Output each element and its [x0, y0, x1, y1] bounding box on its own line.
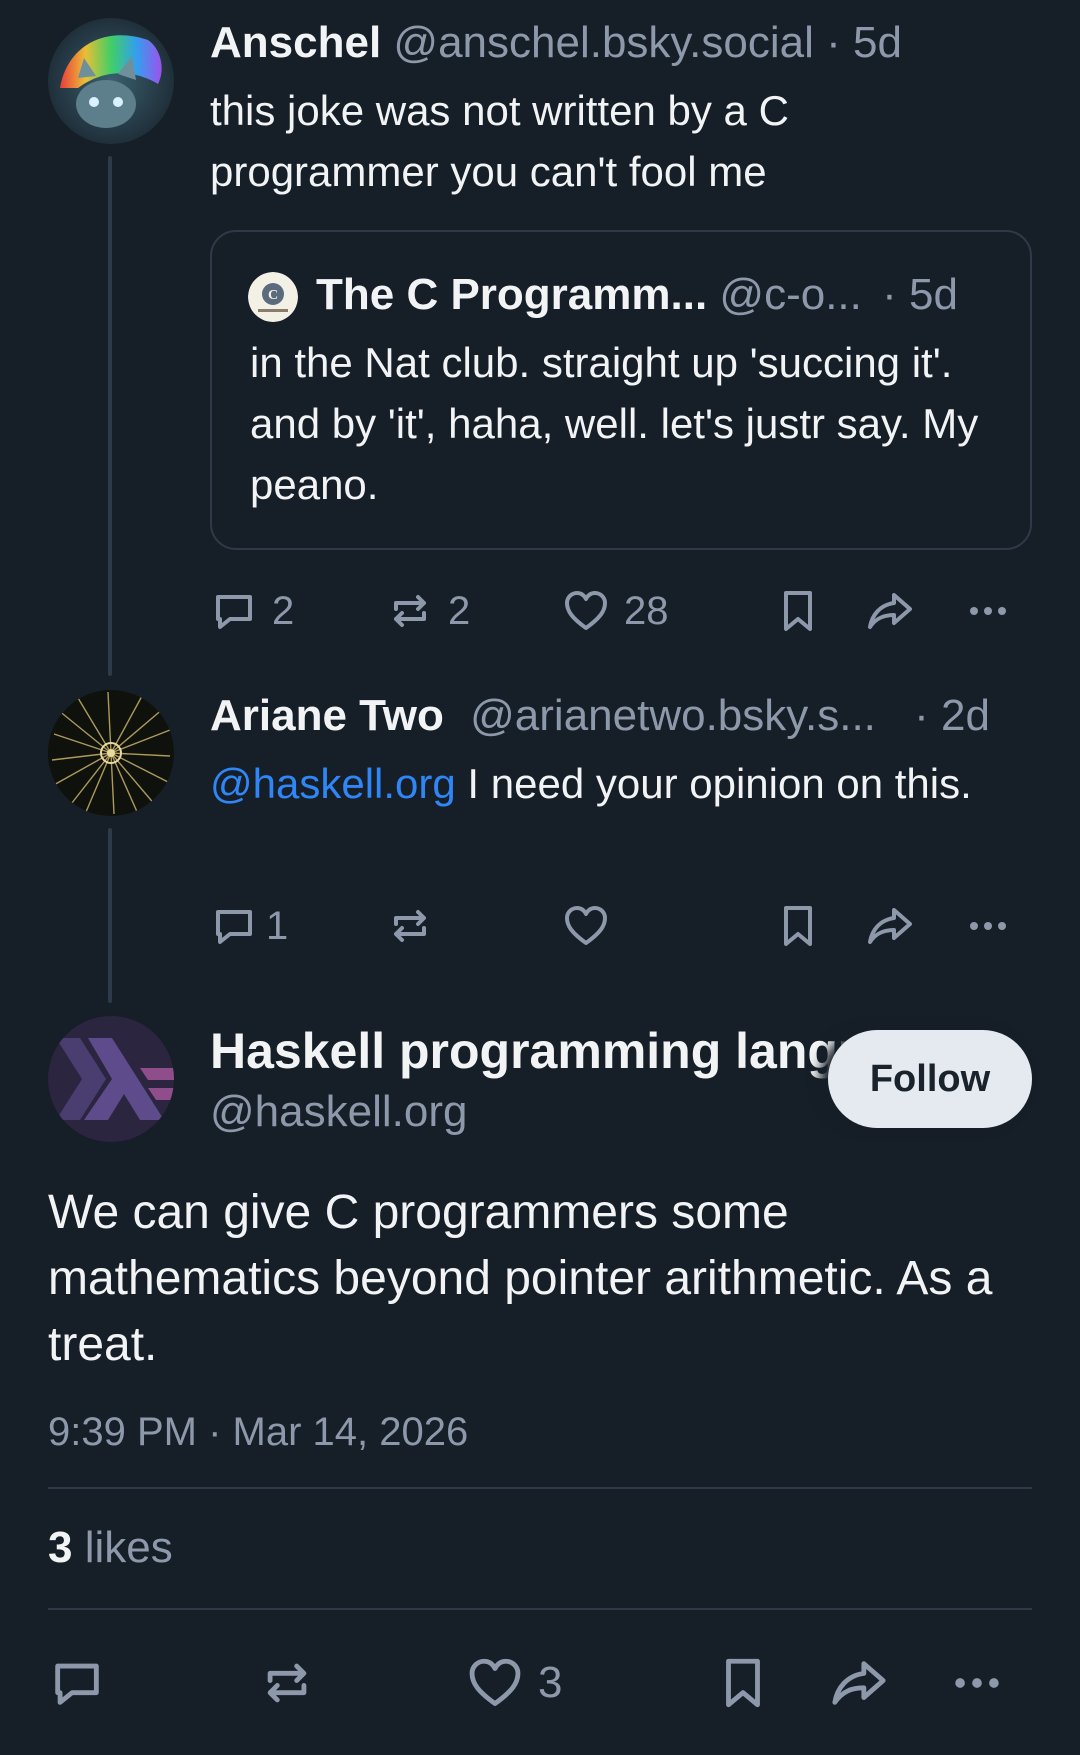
share-icon: [868, 908, 912, 944]
post2-header: Ariane Two @arianetwo.bsky.s... · 2d: [210, 691, 990, 741]
more-icon: [970, 922, 1006, 930]
avatar-letter: C: [268, 288, 278, 303]
more-options-button[interactable]: [964, 898, 1012, 954]
repost-button[interactable]: [258, 1650, 316, 1716]
repost-count: 2: [448, 588, 471, 633]
separator-dot: ·: [914, 691, 929, 740]
likes-summary[interactable]: 3 likes: [48, 1520, 173, 1576]
post1-text: this joke was not written by a C program…: [210, 87, 789, 195]
post1-header: Anschel @anschel.bsky.social · 5d: [210, 18, 902, 68]
share-button[interactable]: [830, 1650, 888, 1716]
main-author-handle[interactable]: @haskell.org: [210, 1086, 467, 1138]
post2-text: @haskell.org I need your opinion on this…: [210, 753, 1010, 814]
separator-dot: ·: [882, 270, 897, 319]
bookmark-button[interactable]: [714, 1650, 772, 1716]
more-options-button[interactable]: [948, 1650, 1006, 1716]
avatar-anschel[interactable]: [48, 18, 174, 144]
main-post-text: We can give C programmers some mathemati…: [48, 1186, 993, 1371]
reply-icon: [216, 595, 252, 629]
quoted-post-card[interactable]: C The C Programm... @c-o... · 5d in the …: [210, 230, 1032, 550]
bookmark-button[interactable]: [774, 583, 822, 639]
bookmark-icon: [784, 591, 812, 631]
avatar-haskell[interactable]: [48, 1016, 174, 1142]
heart-icon: [469, 1658, 521, 1706]
thread-line-2: [108, 828, 112, 1003]
post-time[interactable]: 5d: [853, 18, 902, 67]
author-name[interactable]: Ariane Two: [210, 691, 444, 740]
heart-icon: [565, 906, 607, 945]
more-options-button[interactable]: [964, 583, 1012, 639]
share-icon: [832, 1661, 886, 1705]
reply-icon: [216, 910, 252, 944]
like-button[interactable]: [562, 898, 610, 954]
reply-count: 1: [266, 903, 289, 948]
post2-body: I need your opinion on this.: [455, 760, 972, 807]
reply-icon: [55, 1663, 99, 1705]
heart-icon: [565, 591, 607, 630]
follow-button[interactable]: Follow: [828, 1030, 1032, 1128]
repost-icon: [394, 595, 426, 627]
repost-icon: [394, 910, 426, 942]
post-time[interactable]: 2d: [941, 691, 990, 740]
divider-top: [48, 1487, 1032, 1489]
more-icon: [955, 1678, 999, 1688]
repost-button[interactable]: 2: [386, 583, 470, 639]
likes-count: 3: [48, 1523, 73, 1572]
thread-line-1: [108, 156, 112, 676]
reply-button[interactable]: 2: [210, 583, 294, 639]
likes-label: likes: [84, 1523, 173, 1572]
separator-dot: ·: [826, 18, 841, 67]
quoted-post-header: The C Programm... @c-o... · 5d: [316, 270, 958, 320]
main-author-name[interactable]: Haskell programming language: [210, 1022, 850, 1080]
post2-actions: 1: [210, 898, 1032, 954]
like-count: 28: [624, 588, 669, 633]
author-name[interactable]: Anschel: [210, 18, 381, 67]
author-handle[interactable]: @arianetwo.bsky.s...: [470, 691, 876, 740]
share-button[interactable]: [866, 898, 914, 954]
quoted-author-name: The C Programm...: [316, 270, 708, 319]
like-button[interactable]: 3: [466, 1650, 562, 1716]
mention-link[interactable]: @haskell.org: [210, 760, 456, 807]
like-button[interactable]: 28: [562, 583, 669, 639]
repost-icon: [267, 1663, 307, 1703]
main-post-actions: 3: [48, 1650, 1032, 1716]
bookmark-icon: [784, 906, 812, 946]
author-handle[interactable]: @anschel.bsky.social: [393, 18, 813, 67]
reply-button[interactable]: [48, 1650, 106, 1716]
quoted-post-time: 5d: [909, 270, 958, 319]
post1-actions: 2 2 28: [210, 583, 1032, 639]
divider-bottom: [48, 1608, 1032, 1610]
bookmark-button[interactable]: [774, 898, 822, 954]
main-post-timestamp: 9:39 PM · Mar 14, 2026: [48, 1410, 469, 1454]
quoted-post-text: in the Nat club. straight up 'succing it…: [250, 339, 979, 508]
like-count: 3: [538, 1658, 563, 1707]
share-button[interactable]: [866, 583, 914, 639]
reply-count: 2: [272, 588, 295, 633]
quoted-author-handle: @c-o...: [719, 270, 862, 319]
avatar-ariane-two[interactable]: [48, 690, 174, 816]
avatar-c-programming: C: [248, 272, 298, 322]
reply-button[interactable]: 1: [210, 898, 288, 954]
more-icon: [970, 607, 1006, 615]
share-icon: [868, 593, 912, 629]
bookmark-icon: [726, 1658, 760, 1708]
repost-button[interactable]: [386, 898, 434, 954]
